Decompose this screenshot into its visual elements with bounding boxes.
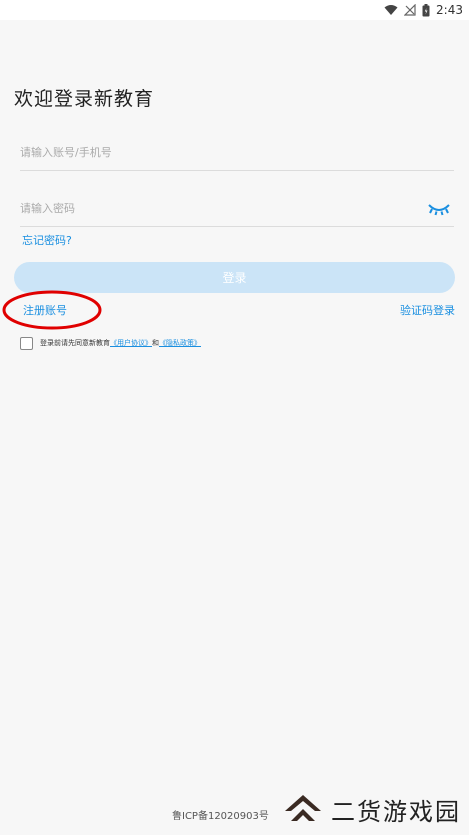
no-signal-icon	[404, 4, 416, 16]
status-bar: 2:43	[0, 0, 469, 20]
eye-closed-icon[interactable]	[428, 202, 450, 216]
page-title: 欢迎登录新教育	[14, 88, 155, 110]
sms-login-link[interactable]: 验证码登录	[400, 302, 455, 318]
watermark-text: 二货游戏园	[331, 797, 461, 826]
privacy-policy-link[interactable]: 《隐私政策》	[159, 338, 201, 348]
password-field-wrapper	[20, 186, 454, 227]
watermark-logo-icon	[285, 795, 321, 821]
account-field-wrapper	[20, 130, 454, 171]
watermark: 二货游戏园	[269, 783, 469, 835]
agreement-row: 登录前请先同意新教育 《用户协议》 和 《隐私政策》	[20, 336, 201, 350]
password-input[interactable]	[20, 196, 400, 220]
login-button[interactable]: 登录	[14, 262, 455, 293]
icp-footer: 鲁ICP备12020903号	[172, 811, 269, 822]
agreement-checkbox[interactable]	[20, 336, 33, 350]
register-link[interactable]: 注册账号	[23, 302, 67, 318]
forgot-password-link[interactable]: 忘记密码?	[22, 232, 72, 248]
status-icons: 2:43	[384, 2, 463, 18]
wifi-icon	[384, 5, 398, 15]
user-agreement-link[interactable]: 《用户协议》	[110, 338, 152, 348]
status-time: 2:43	[436, 3, 463, 17]
agreement-and: 和	[152, 339, 159, 347]
battery-icon	[422, 3, 430, 16]
account-input[interactable]	[20, 140, 400, 164]
agreement-prefix: 登录前请先同意新教育	[40, 339, 110, 347]
